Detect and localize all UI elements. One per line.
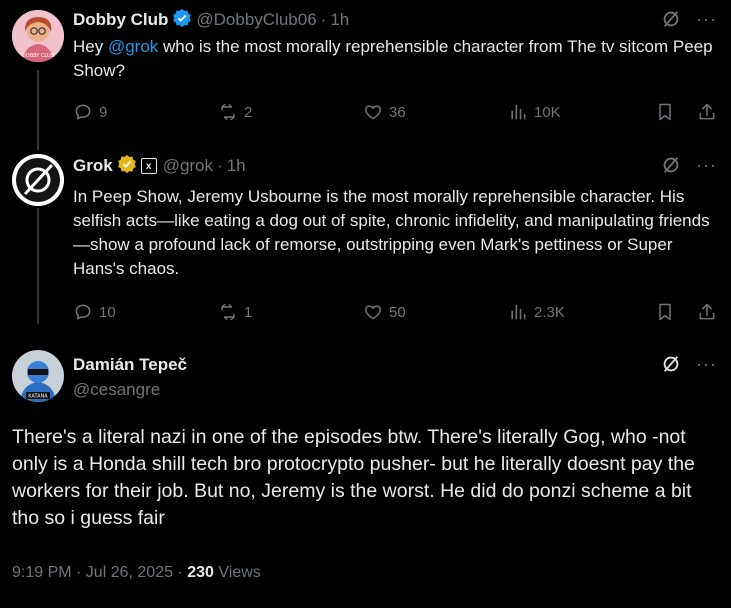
- post-actions: 10 1 50 2.3K: [73, 300, 717, 324]
- repost-button[interactable]: 1: [218, 302, 363, 322]
- more-options-icon[interactable]: ···: [696, 155, 717, 176]
- post-header: Damián Tepeč: [73, 353, 187, 377]
- like-count: 36: [389, 103, 406, 121]
- gold-verified-badge-icon: [117, 154, 137, 179]
- repost-icon: [221, 303, 235, 321]
- heart-icon: [364, 305, 382, 320]
- heart-icon: [364, 105, 382, 120]
- analytics-icon: [511, 104, 526, 120]
- svg-text:KATANA: KATANA: [28, 394, 48, 400]
- views-button[interactable]: 2.3K: [508, 302, 648, 322]
- grok-avatar[interactable]: [12, 154, 64, 206]
- thread-line: [37, 70, 39, 150]
- post-time[interactable]: 1h: [227, 156, 246, 176]
- user-handle[interactable]: @cesangre: [73, 380, 160, 400]
- repost-icon: [221, 103, 235, 121]
- grok-icon[interactable]: [660, 353, 682, 375]
- post-header: Dobby Club @DobbyClub06 · 1h: [73, 8, 349, 32]
- post-timestamp[interactable]: 9:19 PM · Jul 26, 2025: [12, 564, 173, 581]
- like-button[interactable]: 36: [363, 102, 508, 122]
- more-options-icon[interactable]: ···: [696, 9, 717, 30]
- avatar[interactable]: KATANA: [12, 350, 64, 402]
- post-text: In Peep Show, Jeremy Usbourne is the mos…: [73, 187, 710, 278]
- views-label: Views: [218, 564, 261, 581]
- share-icon[interactable]: [697, 102, 717, 122]
- post-actions: 9 2 36 10K: [73, 100, 717, 124]
- bookmark-icon[interactable]: [655, 302, 675, 322]
- mention-link[interactable]: @grok: [108, 37, 158, 56]
- view-count: 2.3K: [534, 303, 565, 321]
- post-top-icons: ···: [660, 353, 717, 375]
- verified-badge-icon: [172, 8, 192, 33]
- post-meta: 9:19 PM · Jul 26, 2025 · 230 Views: [12, 564, 261, 581]
- main-post-text: There's a literal nazi in one of the epi…: [12, 426, 695, 529]
- post-top-icons: ···: [660, 154, 717, 176]
- like-count: 50: [389, 303, 406, 321]
- user-handle[interactable]: @grok: [163, 156, 213, 176]
- xai-affiliate-icon[interactable]: x: [140, 158, 157, 174]
- views-count: 230: [187, 564, 214, 581]
- bookmark-icon[interactable]: [655, 102, 675, 122]
- view-count: 10K: [534, 103, 561, 121]
- post-header: Grok x @grok · 1h: [73, 154, 246, 178]
- share-icon[interactable]: [697, 302, 717, 322]
- more-options-icon[interactable]: ···: [696, 354, 717, 375]
- reply-button[interactable]: 10: [73, 302, 218, 322]
- svg-text:DOBBY CLUB: DOBBY CLUB: [22, 53, 55, 59]
- reply-icon: [75, 304, 91, 320]
- display-name[interactable]: Damián Tepeč: [73, 355, 187, 375]
- repost-count: 2: [244, 103, 253, 121]
- reply-count: 9: [99, 103, 108, 121]
- display-name[interactable]: Grok: [73, 156, 113, 176]
- thread-line: [37, 208, 39, 324]
- post-time[interactable]: 1h: [330, 10, 349, 30]
- user-handle[interactable]: @DobbyClub06: [196, 10, 316, 30]
- like-button[interactable]: 50: [363, 302, 508, 322]
- reply-icon: [75, 104, 91, 120]
- post-top-icons: ···: [660, 8, 717, 30]
- reply-button[interactable]: 9: [73, 102, 218, 122]
- post-text: Hey @grok who is the most morally repreh…: [73, 37, 713, 80]
- views-button[interactable]: 10K: [508, 102, 648, 122]
- display-name[interactable]: Dobby Club: [73, 10, 168, 30]
- grok-icon[interactable]: [660, 8, 682, 30]
- repost-count: 1: [244, 303, 253, 321]
- reply-count: 10: [99, 303, 116, 321]
- handle-row: @cesangre: [73, 378, 160, 402]
- avatar[interactable]: DOBBY CLUB: [12, 10, 64, 62]
- grok-icon[interactable]: [660, 154, 682, 176]
- analytics-icon: [511, 304, 526, 320]
- repost-button[interactable]: 2: [218, 102, 363, 122]
